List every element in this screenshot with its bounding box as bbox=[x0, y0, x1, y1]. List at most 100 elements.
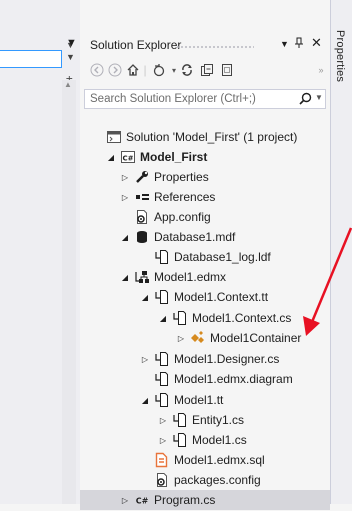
dependent-file-icon bbox=[154, 392, 170, 408]
toolbar-separator: | bbox=[143, 63, 147, 77]
tree-item-label: Model_First bbox=[140, 150, 208, 164]
tree-item-label: Program.cs bbox=[154, 493, 216, 507]
svg-text:C#: C# bbox=[136, 497, 149, 506]
tree-item-label: packages.config bbox=[174, 473, 261, 487]
tree-item[interactable]: ◢ Model1.Context.tt bbox=[80, 287, 330, 307]
tree-item[interactable]: ▷ Properties bbox=[80, 167, 330, 187]
tree-item[interactable]: ◢ Model1.tt bbox=[80, 390, 330, 410]
tree-item-label: Entity1.cs bbox=[192, 413, 245, 427]
tree-item[interactable]: ◢ Model1.Context.cs bbox=[80, 308, 330, 328]
edmx-icon bbox=[134, 269, 150, 285]
collapsed-arrow-icon[interactable]: ▷ bbox=[158, 416, 168, 425]
tree-item[interactable]: Database1_log.ldf bbox=[80, 247, 330, 267]
editor-scrollbar[interactable] bbox=[62, 80, 76, 504]
database-icon bbox=[134, 229, 150, 245]
panel-title: Solution Explorer bbox=[90, 38, 182, 52]
tree-item[interactable]: ▷ Entity1.cs bbox=[80, 410, 330, 430]
expanded-arrow-icon[interactable]: ◢ bbox=[140, 396, 150, 405]
tree-item-label: Model1.edmx.sql bbox=[174, 453, 265, 467]
expanded-arrow-icon[interactable]: ◢ bbox=[158, 314, 168, 323]
solution-explorer-panel: ▼ Solution Explorer ▼ ✕ | ▾ » Search Sol… bbox=[66, 0, 330, 510]
search-box[interactable]: ▼ bbox=[84, 89, 326, 109]
tree-item-label: Model1.Context.tt bbox=[174, 290, 269, 304]
forward-icon[interactable] bbox=[106, 60, 124, 80]
tree-item[interactable]: ▷ Model1.cs bbox=[80, 430, 330, 450]
dependent-file-icon bbox=[172, 310, 188, 326]
tree-item[interactable]: App.config bbox=[80, 207, 330, 227]
collapsed-arrow-icon[interactable]: ▷ bbox=[176, 334, 186, 343]
left-editor-strip: ▼ ▼ ± ▲ bbox=[0, 0, 80, 504]
pin-icon[interactable] bbox=[294, 37, 304, 52]
csharp-file-icon: C# bbox=[134, 492, 150, 508]
tree-item[interactable]: ▷ Model1Container bbox=[80, 328, 330, 348]
dependent-file-icon bbox=[154, 351, 170, 367]
tree-item-label: Solution 'Model_First' (1 project) bbox=[126, 130, 298, 144]
expanded-arrow-icon[interactable]: ◢ bbox=[120, 273, 130, 282]
tree-item[interactable]: ▷ C# Program.cs bbox=[80, 490, 330, 510]
collapse-all-icon[interactable] bbox=[198, 60, 216, 80]
drag-grip[interactable] bbox=[176, 45, 254, 49]
tree-item[interactable]: ◢ C# Model_First bbox=[80, 147, 330, 167]
tree-item-label: Database1_log.ldf bbox=[174, 250, 271, 264]
collapsed-arrow-icon[interactable]: ▷ bbox=[120, 193, 130, 202]
toolbar-overflow-icon[interactable]: » bbox=[312, 60, 330, 80]
tree-item-label: Model1.Designer.cs bbox=[174, 352, 280, 366]
sql-file-icon bbox=[154, 452, 170, 468]
collapsed-arrow-icon[interactable]: ▷ bbox=[120, 173, 130, 182]
show-all-files-icon[interactable] bbox=[218, 60, 236, 80]
tree-item-label: Model1.edmx bbox=[154, 270, 227, 284]
back-icon[interactable] bbox=[88, 60, 106, 80]
dependent-file-icon bbox=[154, 289, 170, 305]
scroll-up-icon[interactable]: ▲ bbox=[64, 80, 72, 89]
tree-item[interactable]: Solution 'Model_First' (1 project) bbox=[80, 127, 330, 147]
home-icon[interactable] bbox=[124, 60, 142, 80]
tree-item-label: App.config bbox=[154, 210, 211, 224]
tree-item[interactable]: packages.config bbox=[80, 470, 330, 490]
collapsed-arrow-icon[interactable]: ▷ bbox=[140, 355, 150, 364]
tree-item-label: Model1.tt bbox=[174, 393, 224, 407]
tree-item[interactable]: ▷ References bbox=[80, 187, 330, 207]
dependent-file-icon bbox=[154, 371, 170, 387]
tree-item-label: Model1.cs bbox=[192, 433, 247, 447]
member-dropdown[interactable] bbox=[0, 50, 62, 68]
wrench-icon bbox=[134, 169, 150, 185]
window-position-icon[interactable]: ▼ bbox=[280, 39, 289, 49]
references-icon bbox=[134, 189, 150, 205]
tree-item-label: Model1Container bbox=[210, 331, 302, 345]
dependent-file-icon bbox=[154, 249, 170, 265]
search-input[interactable] bbox=[90, 90, 290, 108]
solution-explorer-toolbar: | ▾ » bbox=[80, 60, 330, 82]
sync-icon[interactable] bbox=[178, 60, 196, 80]
tree-item[interactable]: Model1.edmx.sql bbox=[80, 450, 330, 470]
tree-item-label: Model1.Context.cs bbox=[192, 311, 292, 325]
solution-explorer-titlebar: ▼ Solution Explorer ▼ ✕ bbox=[66, 35, 330, 56]
tree-item-label: Database1.mdf bbox=[154, 230, 236, 244]
dependent-file-icon bbox=[172, 412, 188, 428]
collapsed-arrow-icon[interactable]: ▷ bbox=[120, 496, 130, 505]
tree-item-label: References bbox=[154, 190, 216, 204]
expanded-arrow-icon[interactable]: ◢ bbox=[140, 293, 150, 302]
tree-item-label: Properties bbox=[154, 170, 209, 184]
search-icon[interactable] bbox=[299, 92, 312, 108]
tree-item[interactable]: ▷ Model1.Designer.cs bbox=[80, 349, 330, 369]
expanded-arrow-icon[interactable]: ◢ bbox=[106, 153, 116, 162]
chevron-down-icon[interactable]: ▼ bbox=[315, 93, 323, 102]
chevron-down-icon[interactable]: ▼ bbox=[66, 37, 77, 49]
config-file-icon bbox=[154, 472, 170, 488]
properties-tab-label: Properties bbox=[334, 30, 346, 83]
properties-side-tab[interactable]: Properties bbox=[330, 0, 352, 504]
solution-icon bbox=[106, 129, 122, 145]
dependent-file-icon bbox=[172, 432, 188, 448]
tree-item[interactable]: Model1.edmx.diagram bbox=[80, 369, 330, 389]
csharp-project-icon: C# bbox=[120, 149, 136, 165]
tree-item[interactable]: ◢ Model1.edmx bbox=[80, 267, 330, 287]
chevron-down-icon[interactable]: ▼ bbox=[66, 52, 75, 62]
collapsed-arrow-icon[interactable]: ▷ bbox=[158, 436, 168, 445]
close-icon[interactable]: ✕ bbox=[311, 35, 322, 51]
config-file-icon bbox=[134, 209, 150, 225]
svg-text:C#: C# bbox=[122, 155, 133, 163]
class-icon bbox=[190, 330, 206, 346]
tree-item-label: Model1.edmx.diagram bbox=[174, 372, 293, 386]
expanded-arrow-icon[interactable]: ◢ bbox=[120, 233, 130, 242]
tree-item[interactable]: ◢ Database1.mdf bbox=[80, 227, 330, 247]
